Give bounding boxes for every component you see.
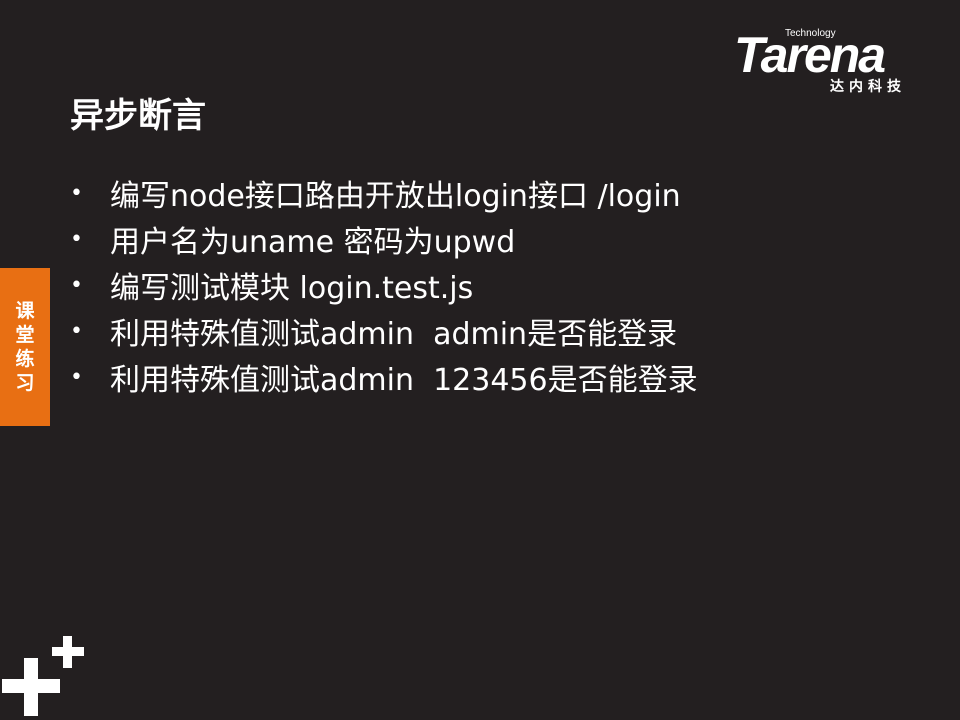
bullet-dot-icon: • [70, 272, 83, 298]
bullet-dot-icon: • [70, 318, 83, 344]
bullet-list: • 编写node接口路由开放出login接口 /login • 用户名为unam… [70, 170, 698, 400]
bullet-text: 编写测试模块 login.test.js [110, 271, 474, 306]
bullet-text: 用户名为uname 密码为upwd [110, 225, 516, 260]
bullet-text: 编写node接口路由开放出login接口 /login [110, 179, 681, 214]
bullet-item: • 利用特殊值测试admin 123456是否能登录 [70, 354, 698, 400]
slide-title: 异步断言 [70, 96, 206, 136]
small-plus-icon [52, 636, 84, 668]
bullet-item: • 编写node接口路由开放出login接口 /login [70, 170, 698, 216]
bullet-dot-icon: • [70, 226, 83, 252]
bullet-dot-icon: • [70, 180, 83, 206]
slide: Tarena Technology 达内科技 异步断言 • 编写node接口路由… [0, 0, 960, 720]
bullet-item: • 利用特殊值测试admin admin是否能登录 [70, 308, 698, 354]
side-tab-char: 练 [15, 348, 35, 370]
side-tab-char: 习 [15, 372, 35, 394]
bullet-text: 利用特殊值测试admin admin是否能登录 [110, 317, 678, 352]
side-tab-char: 课 [15, 300, 35, 322]
bullet-text: 利用特殊值测试admin 123456是否能登录 [110, 363, 698, 398]
logo-chinese-text: 达内科技 [830, 79, 906, 95]
bullet-item: • 编写测试模块 login.test.js [70, 262, 698, 308]
side-tab-char: 堂 [15, 324, 35, 346]
bullet-item: • 用户名为uname 密码为upwd [70, 216, 698, 262]
classroom-exercise-tab: 课 堂 练 习 [0, 268, 50, 426]
tarena-logo: Tarena Technology 达内科技 [732, 28, 932, 98]
bullet-dot-icon: • [70, 364, 83, 390]
logo-technology-text: Technology [785, 28, 836, 39]
